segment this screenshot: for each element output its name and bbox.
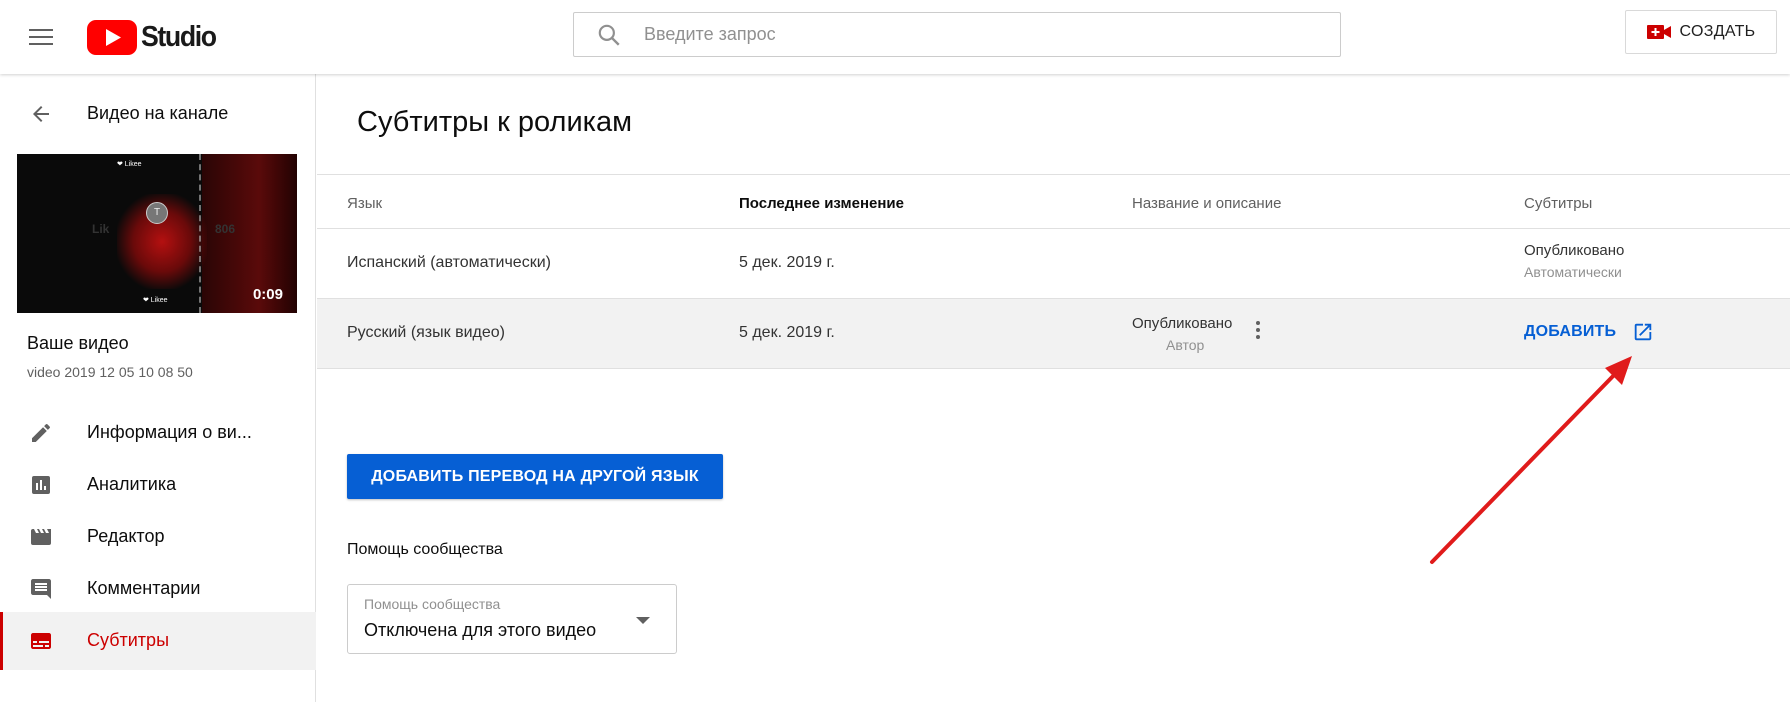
select-value: Отключена для этого видео <box>364 620 597 640</box>
hamburger-menu-icon[interactable] <box>24 19 60 55</box>
comment-icon <box>31 579 51 599</box>
sidebar-item-label: Информация о ви... <box>87 422 252 442</box>
likee-watermark-top: ❤ Likee <box>117 161 142 168</box>
logo-text: Studio <box>141 20 217 53</box>
sidebar-item-label: Аналитика <box>87 474 177 494</box>
analytics-icon <box>32 476 50 494</box>
pencil-icon <box>32 423 50 442</box>
row-language: Испанский (автоматически) <box>347 254 551 271</box>
select-caption: Помощь сообщества <box>364 596 501 612</box>
title-desc-status: Опубликовано <box>1132 315 1233 332</box>
video-thumbnail[interactable]: ❤ Likee Lik 806 T ❤ Likee 0:09 <box>17 154 297 313</box>
avatar: T <box>146 202 168 224</box>
sidebar-item-editor[interactable]: Редактор <box>0 508 316 566</box>
community-contributions-select[interactable]: Помощь сообщества Отключена для этого ви… <box>347 584 677 654</box>
subtitles-icon <box>31 633 51 649</box>
page-title: Субтитры к роликам <box>357 106 633 138</box>
title-desc-substatus: Автор <box>1166 337 1205 353</box>
subtitles-status: Опубликовано <box>1524 242 1625 259</box>
column-header-title-description[interactable]: Название и описание <box>1132 195 1281 212</box>
top-header: Studio СОЗДАТЬ <box>0 0 1790 74</box>
row-modified: 5 дек. 2019 г. <box>739 324 835 341</box>
add-subtitles-button[interactable]: ДОБАВИТЬ <box>1524 321 1654 343</box>
sidebar-item-details[interactable]: Информация о ви... <box>0 404 316 462</box>
table-header-row: Язык Последнее изменение Название и опис… <box>317 174 1790 229</box>
add-subtitles-label: ДОБАВИТЬ <box>1524 323 1617 340</box>
community-section-title: Помощь сообщества <box>347 541 503 558</box>
arrow-back-icon <box>33 106 49 122</box>
create-button-label: СОЗДАТЬ <box>1679 23 1756 40</box>
sidebar-item-label: Субтитры <box>87 630 170 650</box>
back-to-videos-link[interactable]: Видео на канале <box>0 94 316 134</box>
clapperboard-icon <box>31 529 51 545</box>
your-video-heading: Ваше видео <box>27 333 129 353</box>
studio-logo[interactable]: Studio <box>87 19 222 55</box>
back-label: Видео на канале <box>87 103 229 123</box>
main-content: Субтитры к роликам Язык Последнее измене… <box>317 74 1790 702</box>
table-row[interactable]: Русский (язык видео) 5 дек. 2019 г. Опуб… <box>317 299 1790 369</box>
search-bar[interactable] <box>573 12 1341 57</box>
sidebar-item-label: Комментарии <box>87 578 201 598</box>
video-filename: video 2019 12 05 10 08 50 <box>27 364 193 380</box>
chevron-down-icon <box>636 617 650 624</box>
watermark-left: Lik <box>92 222 110 236</box>
sidebar-item-label: Редактор <box>87 526 165 546</box>
sidebar: Видео на канале ❤ Likee Lik 806 T ❤ Like… <box>0 74 316 702</box>
row-language: Русский (язык видео) <box>347 324 505 341</box>
subtitles-substatus: Автоматически <box>1524 264 1622 280</box>
column-header-modified[interactable]: Последнее изменение <box>739 195 904 212</box>
watermark-right: 806 <box>215 222 236 236</box>
column-header-subtitles[interactable]: Субтитры <box>1524 195 1592 212</box>
likee-watermark-bottom: ❤ Likee <box>143 297 168 304</box>
sidebar-item-subtitles[interactable]: Субтитры <box>0 612 316 670</box>
more-options-icon[interactable] <box>1246 318 1270 342</box>
create-button[interactable]: СОЗДАТЬ <box>1625 10 1777 54</box>
search-input[interactable] <box>644 24 1340 45</box>
row-modified: 5 дек. 2019 г. <box>739 254 835 271</box>
open-in-new-icon <box>1634 323 1652 341</box>
sidebar-item-comments[interactable]: Комментарии <box>0 560 316 618</box>
youtube-logo-icon <box>87 19 137 55</box>
column-header-language[interactable]: Язык <box>347 195 382 212</box>
add-translation-button[interactable]: ДОБАВИТЬ ПЕРЕВОД НА ДРУГОЙ ЯЗЫК <box>347 454 723 499</box>
video-camera-plus-icon <box>1646 25 1671 39</box>
search-icon[interactable] <box>596 22 622 48</box>
table-row[interactable]: Испанский (автоматически) 5 дек. 2019 г.… <box>317 229 1790 299</box>
video-duration: 0:09 <box>252 286 283 303</box>
thumbnail-divider <box>199 154 201 313</box>
sidebar-item-analytics[interactable]: Аналитика <box>0 456 316 514</box>
